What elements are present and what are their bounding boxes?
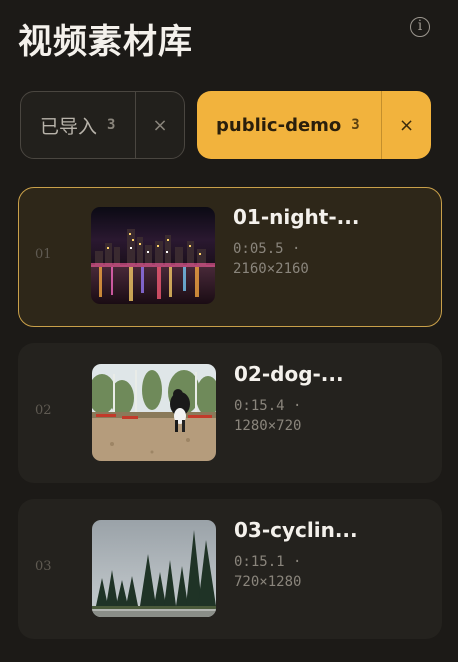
meta-separator: ·: [292, 241, 301, 257]
clip-thumbnail-forest: [92, 520, 216, 617]
filter-chip-label: 已导入: [40, 115, 98, 138]
clip-name: 03-cyclin...: [234, 518, 358, 542]
close-icon[interactable]: ×: [382, 115, 431, 136]
clip-duration: 0:15.4: [234, 398, 285, 414]
meta-separator: ·: [293, 554, 302, 570]
filter-chip-label: public-demo: [216, 114, 342, 136]
clip-resolution: 720×1280: [234, 574, 302, 590]
clip-card[interactable]: 03 03-cyclin... 0:15.1 · 720×1280: [18, 499, 442, 639]
clip-index: 03: [35, 559, 52, 574]
clip-meta: 0:05.5 · 2160×2160: [233, 239, 309, 279]
clip-duration: 0:15.1: [234, 554, 285, 570]
page-title: 视频素材库: [18, 22, 193, 62]
filter-chip-public-demo-main[interactable]: public-demo 3: [197, 91, 382, 159]
clip-card[interactable]: 02 02-dog-... 0:15.4 · 1280×720: [18, 343, 442, 483]
filter-chip-count: 3: [107, 117, 116, 133]
clip-thumbnail-dog: [92, 364, 216, 461]
filter-chip-count: 3: [351, 117, 360, 133]
filter-chip-public-demo[interactable]: public-demo 3 ×: [197, 91, 431, 159]
clip-meta: 0:15.4 · 1280×720: [234, 396, 301, 436]
clip-name: 02-dog-...: [234, 362, 344, 386]
clip-resolution: 2160×2160: [233, 261, 309, 277]
info-icon[interactable]: i: [410, 17, 430, 37]
clip-name: 01-night-...: [233, 205, 360, 229]
clip-index: 01: [35, 247, 52, 262]
meta-separator: ·: [293, 398, 302, 414]
clip-duration: 0:05.5: [233, 241, 284, 257]
filter-chip-imported[interactable]: 已导入 3 ×: [20, 91, 185, 159]
clip-resolution: 1280×720: [234, 418, 302, 434]
clip-card[interactable]: 01 01-night-... 0:05.5 · 2160×2160: [18, 187, 442, 327]
close-icon[interactable]: ×: [136, 115, 184, 136]
filter-chip-imported-main[interactable]: 已导入 3: [21, 92, 136, 158]
clip-index: 02: [35, 403, 52, 418]
clip-meta: 0:15.1 · 720×1280: [234, 552, 301, 592]
clip-thumbnail-night-city: [91, 207, 215, 304]
